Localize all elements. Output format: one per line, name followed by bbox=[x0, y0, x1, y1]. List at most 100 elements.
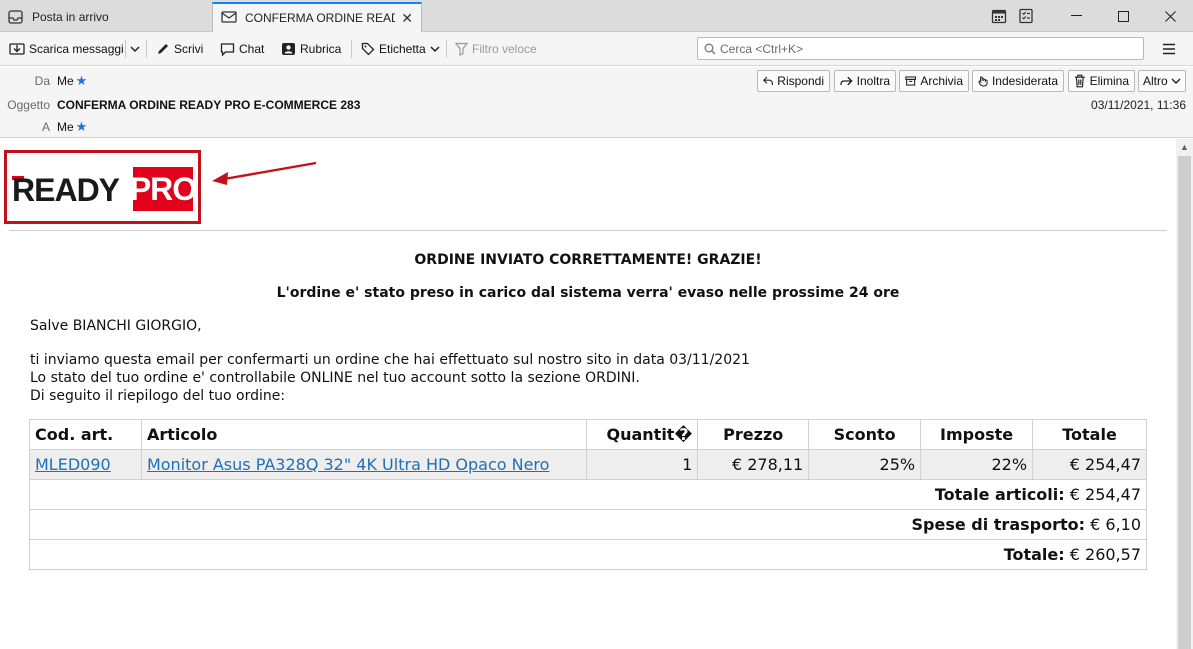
item-article-link[interactable]: Monitor Asus PA328Q 32" 4K Ultra HD Opac… bbox=[147, 455, 550, 474]
tag-button[interactable]: Etichetta bbox=[361, 37, 444, 61]
subject-value: CONFERMA ORDINE READY PRO E-COMMERCE 283 bbox=[57, 98, 361, 112]
close-tab-icon[interactable]: ✕ bbox=[401, 10, 413, 27]
main-toolbar: Scarica messaggi Scrivi Chat Rubrica Eti… bbox=[0, 32, 1193, 66]
items-total-label: Totale articoli: bbox=[934, 485, 1065, 504]
order-heading: ORDINE INVIATO CORRETTAMENTE! GRAZIE! bbox=[414, 252, 762, 268]
filter-icon bbox=[455, 42, 468, 56]
pencil-icon bbox=[158, 44, 168, 54]
maximize-button[interactable] bbox=[1100, 0, 1146, 32]
items-total-value: € 254,47 bbox=[1069, 485, 1141, 504]
close-window-button[interactable] bbox=[1147, 0, 1193, 32]
grand-total-label: Totale: bbox=[1003, 545, 1065, 564]
order-subheading: L'ordine e' stato preso in carico dal si… bbox=[276, 285, 900, 301]
from-label: Da bbox=[34, 74, 50, 88]
to-name: Me bbox=[57, 120, 74, 134]
address-book-button[interactable]: Rubrica bbox=[281, 37, 341, 61]
item-discount: 25% bbox=[808, 449, 922, 480]
greeting: Salve BIANCHI GIORGIO, bbox=[30, 318, 202, 334]
column-header: Totale bbox=[1032, 419, 1147, 450]
column-header: Prezzo bbox=[697, 419, 810, 450]
column-header: Sconto bbox=[808, 419, 922, 450]
to-label: A bbox=[41, 120, 50, 134]
scroll-thumb[interactable] bbox=[1178, 156, 1191, 649]
scroll-up-arrow-icon[interactable]: ▲ bbox=[1176, 139, 1193, 155]
items-total-cell: Totale articoli: € 254,47 bbox=[29, 479, 1147, 510]
item-article-cell: Monitor Asus PA328Q 32" 4K Ultra HD Opac… bbox=[140, 449, 588, 480]
arrow-icon bbox=[212, 161, 317, 185]
search-placeholder: Cerca <Ctrl+K> bbox=[720, 41, 804, 56]
junk-icon bbox=[978, 76, 988, 87]
tag-icon bbox=[361, 42, 375, 56]
toolbar-divider bbox=[146, 40, 147, 58]
order-table: Cod. art. Articolo Quantit� Prezzo Scont… bbox=[29, 419, 1147, 570]
shipping-cell: Spese di trasporto: € 6,10 bbox=[29, 509, 1147, 540]
tasks-icon[interactable] bbox=[1003, 0, 1049, 32]
tag-label: Etichetta bbox=[379, 42, 426, 56]
archive-button[interactable]: Archivia bbox=[899, 70, 969, 92]
logo-black-text: READY bbox=[12, 172, 120, 208]
reply-button[interactable]: Rispondi bbox=[757, 70, 830, 92]
tab-inbox[interactable]: Posta in arrivo bbox=[0, 2, 212, 32]
reply-label: Rispondi bbox=[777, 74, 824, 88]
get-messages-label: Scarica messaggi bbox=[29, 42, 124, 56]
more-label: Altro bbox=[1143, 74, 1168, 88]
summary-row: Spese di trasporto: € 6,10 bbox=[29, 509, 1147, 540]
column-header: Cod. art. bbox=[29, 419, 142, 450]
chat-button[interactable]: Chat bbox=[220, 37, 264, 61]
quick-filter-label: Filtro veloce bbox=[472, 42, 537, 56]
chevron-down-icon bbox=[430, 46, 440, 53]
star-icon[interactable]: ★ bbox=[76, 73, 88, 89]
delete-label: Elimina bbox=[1089, 74, 1129, 88]
write-button[interactable]: Scrivi bbox=[156, 37, 203, 61]
archive-label: Archivia bbox=[920, 74, 963, 88]
trash-icon bbox=[1074, 74, 1085, 88]
logo-highlight: READY PRO bbox=[4, 150, 201, 224]
forward-label: Inoltra bbox=[856, 74, 890, 88]
shipping-label: Spese di trasporto: bbox=[911, 515, 1086, 534]
item-code-link[interactable]: MLED090 bbox=[35, 455, 111, 474]
star-icon[interactable]: ★ bbox=[76, 119, 88, 135]
toolbar-divider bbox=[446, 40, 447, 58]
more-button[interactable]: Altro bbox=[1138, 70, 1186, 92]
grand-total-cell: Totale: € 260,57 bbox=[29, 539, 1147, 570]
message-scrollbar[interactable]: ▲ bbox=[1176, 139, 1193, 649]
item-total: € 254,47 bbox=[1032, 449, 1147, 480]
inbox-icon bbox=[8, 10, 24, 24]
from-value[interactable]: Me ★ bbox=[57, 73, 87, 89]
chat-label: Chat bbox=[239, 42, 265, 56]
item-qty: 1 bbox=[586, 449, 699, 480]
forward-button[interactable]: Inoltra bbox=[834, 70, 896, 92]
chevron-down-icon bbox=[1171, 78, 1181, 85]
get-messages-button[interactable]: Scarica messaggi bbox=[9, 37, 124, 61]
minimize-button[interactable] bbox=[1053, 0, 1099, 32]
table-header-row: Cod. art. Articolo Quantit� Prezzo Scont… bbox=[29, 419, 1147, 450]
archive-icon bbox=[905, 76, 917, 86]
divider bbox=[9, 230, 1167, 231]
chat-icon bbox=[220, 43, 235, 56]
forward-icon bbox=[840, 76, 853, 86]
address-book-icon bbox=[282, 43, 295, 55]
to-value[interactable]: Me ★ bbox=[57, 119, 87, 135]
menu-icon[interactable] bbox=[1160, 40, 1178, 58]
body-line-1: ti inviamo questa email per confermarti … bbox=[30, 352, 750, 368]
quick-filter-button[interactable]: Filtro veloce bbox=[455, 37, 537, 61]
item-code-cell: MLED090 bbox=[29, 449, 142, 480]
column-header: Imposte bbox=[920, 419, 1034, 450]
get-messages-dropdown[interactable] bbox=[130, 37, 144, 61]
tab-message[interactable]: CONFERMA ORDINE READY PRO ✕ bbox=[212, 2, 422, 32]
body-line-3: Di seguito il riepilogo del tuo ordine: bbox=[30, 388, 286, 404]
chevron-down-icon bbox=[130, 46, 140, 53]
delete-button[interactable]: Elimina bbox=[1068, 70, 1135, 92]
junk-button[interactable]: Indesiderata bbox=[972, 70, 1064, 92]
tab-label: CONFERMA ORDINE READY PRO bbox=[245, 11, 395, 25]
logo-red-text: PRO bbox=[130, 167, 197, 211]
message-body: READY PRO ORDINE INVIATO CORRETTAMENTE! … bbox=[0, 139, 1176, 649]
search-input[interactable]: Cerca <Ctrl+K> bbox=[697, 37, 1144, 60]
subject-label: Oggetto bbox=[7, 98, 50, 112]
tab-label: Posta in arrivo bbox=[32, 10, 109, 24]
toolbar-divider bbox=[125, 40, 126, 58]
from-name: Me bbox=[57, 74, 74, 88]
message-date: 03/11/2021, 11:36 bbox=[1091, 98, 1186, 112]
download-icon bbox=[9, 43, 25, 55]
search-icon bbox=[704, 43, 716, 54]
